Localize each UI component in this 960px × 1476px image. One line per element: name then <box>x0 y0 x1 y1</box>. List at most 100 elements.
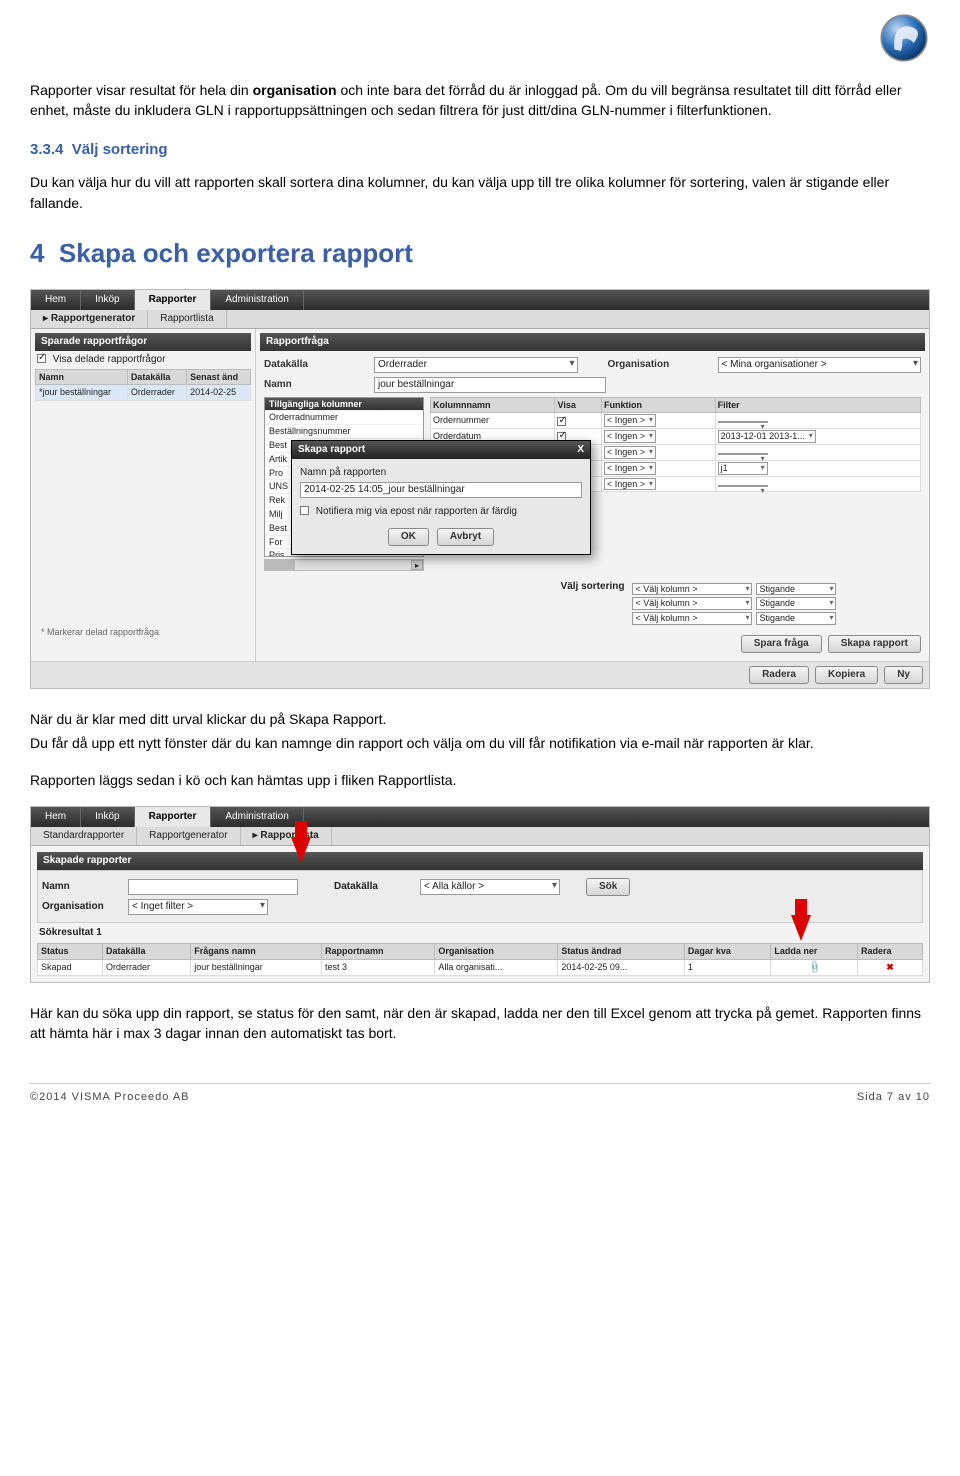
col-status-andrad[interactable]: Status ändrad <box>558 943 684 959</box>
red-arrow-icon <box>291 837 311 863</box>
col-dagar-kvar[interactable]: Dagar kva <box>684 943 771 959</box>
saved-query-row[interactable]: *jour beställningar Orderrader 2014-02-2… <box>36 385 251 401</box>
dialog-avbryt-button[interactable]: Avbryt <box>437 528 494 546</box>
heading-3-3-4: 3.3.4 Välj sortering <box>30 139 930 161</box>
funktion-select[interactable]: < Ingen > <box>604 462 656 475</box>
namn-label: Namn <box>264 379 374 391</box>
query-panel-title: Rapportfråga <box>260 333 925 351</box>
funktion-select[interactable]: < Ingen > <box>604 414 656 427</box>
visa-checkbox[interactable] <box>557 417 566 426</box>
post-ss2: Här kan du söka upp din rapport, se stat… <box>30 1003 930 1044</box>
namn-input-2[interactable] <box>128 879 298 895</box>
menu-inkop[interactable]: Inköp <box>81 290 134 310</box>
col-datakalla-2[interactable]: Datakälla <box>102 943 190 959</box>
sort-col-select-3[interactable]: < Välj kolumn > <box>632 612 752 625</box>
col-visa[interactable]: Visa <box>555 397 602 413</box>
col-funktion[interactable]: Funktion <box>602 397 716 413</box>
close-icon[interactable]: X <box>577 444 584 456</box>
shared-footnote: * Markerar delad rapportfråga <box>35 621 251 644</box>
sub-menu: ▸ Rapportgenerator Rapportlista <box>31 310 929 329</box>
skapade-rapporter-title: Skapade rapporter <box>37 852 923 870</box>
dialog-ok-button[interactable]: OK <box>388 528 429 546</box>
sok-button[interactable]: Sök <box>586 878 630 896</box>
sort-dir-select-3[interactable]: Stigande <box>756 612 836 625</box>
sort-dir-select-1[interactable]: Stigande <box>756 583 836 596</box>
section-3-3-4-body: Du kan välja hur du vill att rapporten s… <box>30 172 930 213</box>
submenu-rapportlista-2[interactable]: ▸ Rapportlista <box>241 827 332 845</box>
sort-col-select-1[interactable]: < Välj kolumn > <box>632 583 752 596</box>
menu-administration-2[interactable]: Administration <box>211 807 303 827</box>
menu-hem-2[interactable]: Hem <box>31 807 81 827</box>
notify-checkbox[interactable] <box>300 506 309 515</box>
menu-rapporter-2[interactable]: Rapporter <box>135 807 212 827</box>
proceedo-logo <box>878 12 930 64</box>
dialog-title: Skapa rapport <box>298 444 365 456</box>
results-table: Status Datakälla Frågans namn Rapportnam… <box>37 943 923 976</box>
col-senast[interactable]: Senast änd <box>187 369 251 385</box>
footer-copyright: ©2014 VISMA Proceedo AB <box>30 1090 190 1106</box>
filter-select[interactable] <box>718 421 768 423</box>
datakalla-select[interactable]: Orderrader <box>374 357 578 373</box>
organisation-label: Organisation <box>608 359 718 371</box>
menu-rapporter[interactable]: Rapporter <box>135 290 212 310</box>
dialog-namn-input[interactable]: 2014-02-25 14:05_jour beställningar <box>300 482 582 498</box>
saved-queries-title: Sparade rapportfrågor <box>35 333 251 351</box>
menu-inkop-2[interactable]: Inköp <box>81 807 134 827</box>
organisation-select-2[interactable]: < Inget filter > <box>128 899 268 915</box>
footer-page-number: Sida 7 av 10 <box>857 1090 930 1106</box>
col-filter[interactable]: Filter <box>715 397 920 413</box>
submenu-rapportgenerator[interactable]: ▸ Rapportgenerator <box>31 310 148 328</box>
namn-input[interactable]: jour beställningar <box>374 377 606 393</box>
namn-label-2: Namn <box>42 881 122 893</box>
screenshot-rapportgenerator: Hem Inköp Rapporter Administration ▸ Rap… <box>30 289 930 689</box>
red-arrow-icon <box>791 915 811 941</box>
skapa-rapport-button[interactable]: Skapa rapport <box>828 635 921 653</box>
col-kolumnnamn[interactable]: Kolumnnamn <box>431 397 555 413</box>
filter-select[interactable] <box>718 453 768 455</box>
sort-label: Välj sortering <box>561 581 625 593</box>
spara-fraga-button[interactable]: Spara fråga <box>741 635 822 653</box>
kopiera-button[interactable]: Kopiera <box>815 666 878 684</box>
organisation-select[interactable]: < Mina organisationer > <box>718 357 922 373</box>
result-row[interactable]: Skapad Orderrader jour beställningar tes… <box>38 959 923 975</box>
filter-select[interactable] <box>718 485 768 487</box>
notify-label: Notifiera mig via epost när rapporten är… <box>316 506 517 517</box>
col-datakalla[interactable]: Datakälla <box>127 369 186 385</box>
post-ss1-p2: Du får då upp ett nytt fönster där du ka… <box>30 733 930 753</box>
available-columns-header: Tillgängliga kolumner <box>265 398 423 412</box>
submenu-standardrapporter[interactable]: Standardrapporter <box>31 827 137 845</box>
submenu-rapportlista[interactable]: Rapportlista <box>148 310 226 328</box>
col-fragans-namn[interactable]: Frågans namn <box>191 943 322 959</box>
post-ss1-p1: När du är klar med ditt urval klickar du… <box>30 709 930 729</box>
funktion-select[interactable]: < Ingen > <box>604 446 656 459</box>
main-menu: Hem Inköp Rapporter Administration <box>31 290 929 310</box>
datakalla-select-2[interactable]: < Alla källor > <box>420 879 560 895</box>
col-radera[interactable]: Radera <box>857 943 922 959</box>
col-ladda-ner[interactable]: Ladda ner <box>771 943 858 959</box>
sort-dir-select-2[interactable]: Stigande <box>756 597 836 610</box>
menu-hem[interactable]: Hem <box>31 290 81 310</box>
ny-button[interactable]: Ny <box>884 666 923 684</box>
col-rapportnamn[interactable]: Rapportnamn <box>322 943 435 959</box>
col-organisation[interactable]: Organisation <box>435 943 558 959</box>
h-scrollbar[interactable]: ◂▸ <box>264 559 424 571</box>
post-ss1-p3: Rapporten läggs sedan i kö och kan hämta… <box>30 770 930 790</box>
saved-queries-table: Namn Datakälla Senast änd *jour beställn… <box>35 369 251 402</box>
sort-col-select-2[interactable]: < Välj kolumn > <box>632 597 752 610</box>
show-shared-checkbox[interactable] <box>37 354 46 363</box>
radera-button[interactable]: Radera <box>749 666 809 684</box>
menu-administration[interactable]: Administration <box>211 290 303 310</box>
funktion-select[interactable]: < Ingen > <box>604 430 656 443</box>
table-row[interactable]: Ordernummer < Ingen > <box>431 413 921 429</box>
paperclip-icon[interactable]: 📎 <box>806 959 822 974</box>
col-status[interactable]: Status <box>38 943 103 959</box>
submenu-rapportgenerator-2[interactable]: Rapportgenerator <box>137 827 240 845</box>
saved-queries-panel: Sparade rapportfrågor Visa delade rappor… <box>31 329 256 661</box>
filter-select[interactable]: 2013-12-01 2013-1... <box>718 430 816 443</box>
heading-4: 4 Skapa och exportera rapport <box>30 235 930 273</box>
funktion-select[interactable]: < Ingen > <box>604 478 656 491</box>
col-namn[interactable]: Namn <box>36 369 128 385</box>
delete-icon[interactable]: ✖ <box>886 962 894 972</box>
dialog-namn-label: Namn på rapporten <box>300 467 582 479</box>
filter-select[interactable]: j1 <box>718 462 768 475</box>
